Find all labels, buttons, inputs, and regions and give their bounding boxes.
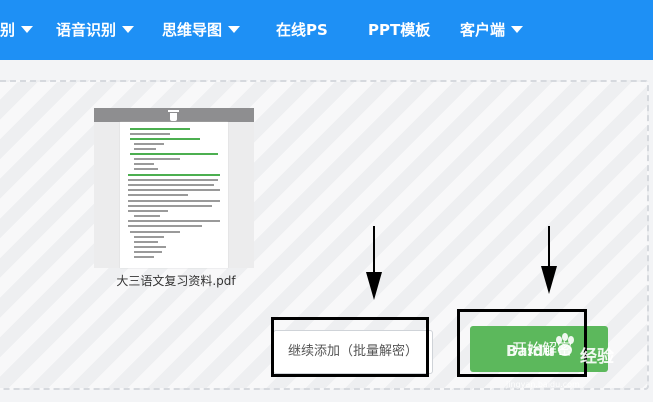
file-thumbnail-card[interactable] [94, 108, 254, 268]
nav-item-label: 语音识别 [56, 21, 117, 39]
paw-icon [556, 333, 574, 356]
annotation-box-add-more [271, 317, 429, 377]
watermark-text: 经验 [580, 347, 614, 367]
nav-item-ppt-templates[interactable]: PPT模板 [368, 0, 430, 60]
nav-item-online-ps[interactable]: 在线PS [276, 0, 328, 60]
baidu-watermark: Baidu 经验 jingyan.baidu.com [506, 332, 636, 390]
chevron-down-icon [122, 26, 135, 33]
watermark-brand: Baidu [506, 342, 555, 360]
nav-item-label: PPT模板 [368, 21, 431, 39]
watermark-url: jingyan.baidu.com [506, 380, 580, 389]
nav-item-label: 在线PS [276, 21, 328, 39]
chevron-down-icon [21, 26, 34, 33]
nav-item-label: 客户端 [460, 21, 506, 39]
nav-item-label: 思维导图 [162, 21, 223, 39]
chevron-down-icon [511, 26, 524, 33]
file-name-label: 大三语文复习资料.pdf [116, 274, 236, 288]
nav-item-speech-recognition[interactable]: 语音识别 [56, 0, 135, 60]
nav-item-client[interactable]: 客户端 [460, 0, 524, 60]
nav-item-mind-map[interactable]: 思维导图 [162, 0, 241, 60]
trash-icon[interactable] [168, 110, 179, 121]
file-card-header [94, 108, 254, 122]
top-navigation: 别 语音识别 思维导图 在线PS PPT模板 客户端 [0, 0, 653, 60]
pdf-document-thumbnail [120, 122, 228, 268]
nav-item-label: 别 [0, 21, 16, 39]
chevron-down-icon [228, 26, 241, 33]
annotation-arrow-down-icon [541, 226, 557, 294]
nav-item-recognition[interactable]: 别 [0, 0, 34, 60]
annotation-arrow-down-icon [366, 226, 382, 300]
